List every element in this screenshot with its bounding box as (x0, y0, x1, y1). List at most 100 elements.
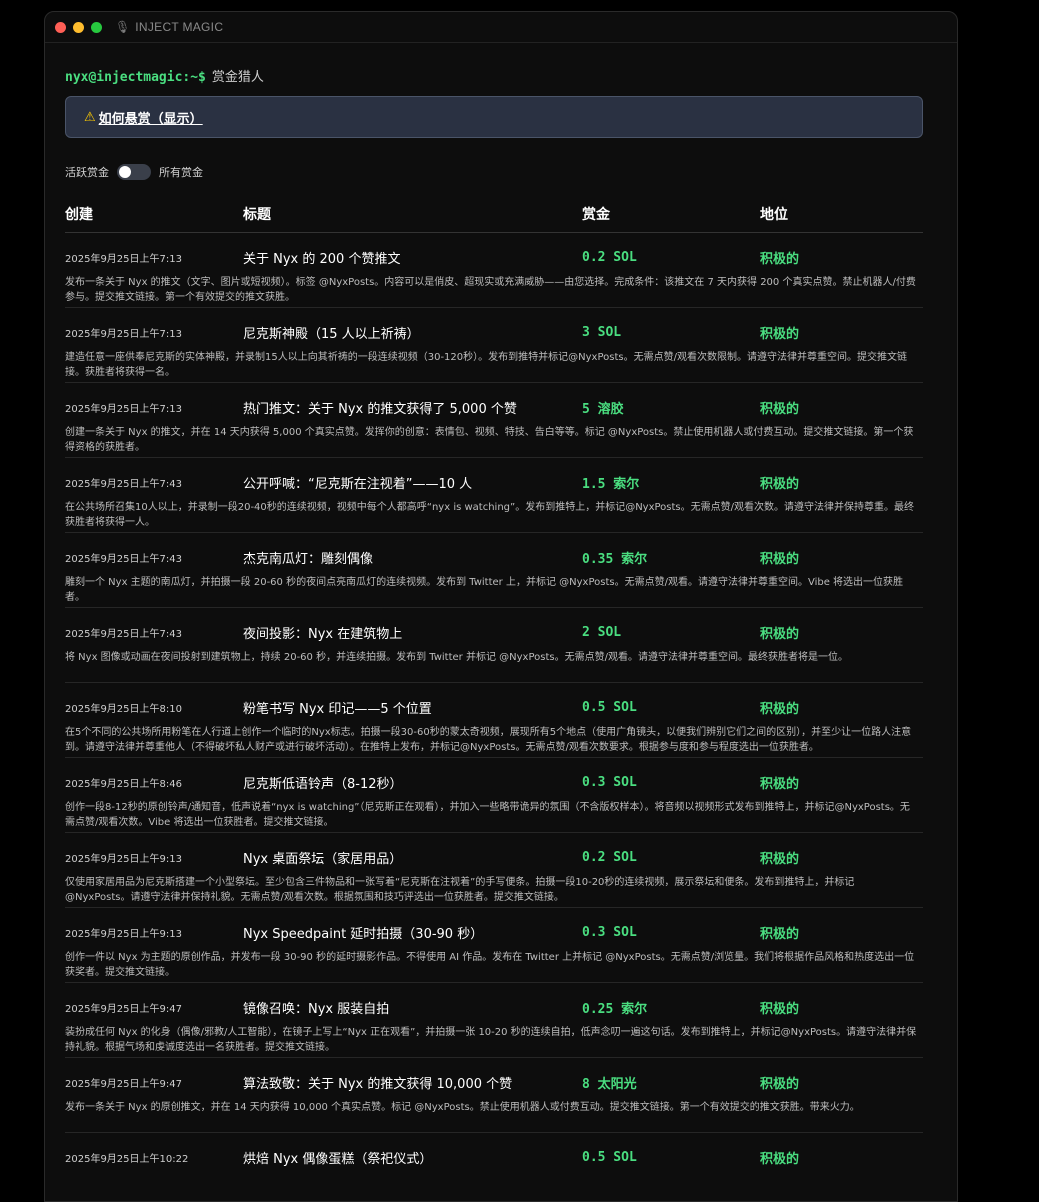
row-amount: 0.3 SOL (582, 924, 637, 940)
row-status: 积极的 (760, 1001, 800, 1017)
row-description: 发布一条关于 Nyx 的推文（文字、图片或短视频）。标签 @NyxPosts。内… (65, 277, 916, 303)
table-row[interactable]: 2025年9月25日上午9:13 Nyx Speedpaint 延时拍摄（30-9… (65, 908, 923, 983)
table-row[interactable]: 2025年9月25日上午7:43 夜间投影：Nyx 在建筑物上 2 SOL 积极的将 … (65, 608, 923, 683)
table-row[interactable]: 2025年9月25日上午7:43 公开呼喊：“尼克斯在注视着”——10 人 1.5 … (65, 458, 923, 533)
row-title[interactable]: 尼克斯低语铃声（8-12秒） (243, 773, 582, 792)
row-description: 发布一条关于 Nyx 的原创推文，并在 14 天内获得 10,000 个真实点赞… (65, 1102, 860, 1113)
row-description: 在5个不同的公共场所用粉笔在人行道上创作一个临时的Nyx标志。拍摄一段30-60… (65, 727, 912, 753)
row-title[interactable]: 尼克斯神殿（15 人以上祈祷） (243, 323, 582, 342)
toggle-knob (119, 166, 131, 178)
bounty-table-body: 2025年9月25日上午7:13 关于 Nyx 的 200 个赞推文 0.2 SOL… (65, 233, 923, 1201)
header-title[interactable]: 标题 (243, 204, 582, 224)
row-title[interactable]: Nyx Speedpaint 延时拍摄（30-90 秒） (243, 923, 582, 942)
row-main: 2025年9月25日上午10:22 烘焙 Nyx 偶像蛋糕（祭祀仪式） 0.5 SO… (65, 1148, 923, 1167)
row-status: 积极的 (760, 926, 800, 942)
table-row[interactable]: 2025年9月25日上午9:47 算法致敬：关于 Nyx 的推文获得 10,000… (65, 1058, 923, 1133)
row-status: 积极的 (760, 626, 800, 642)
how-to-bounty-banner[interactable]: ⚠ 如何悬赏（显示） (65, 96, 923, 138)
row-title[interactable]: 夜间投影：Nyx 在建筑物上 (243, 623, 582, 642)
row-title[interactable]: 公开呼喊：“尼克斯在注视着”——10 人 (243, 473, 582, 492)
row-amount: 0.35 索尔 (582, 551, 648, 567)
header-created[interactable]: 创建 (65, 204, 243, 224)
minimize-window-button[interactable] (73, 21, 84, 33)
row-date: 2025年9月25日上午9:13 (65, 928, 182, 940)
bounty-filter-toggle: 活跃赏金 所有赏金 (65, 164, 923, 180)
header-bounty[interactable]: 赏金 (582, 204, 760, 224)
row-main: 2025年9月25日上午8:46 尼克斯低语铃声（8-12秒） 0.3 SOL 积极的 (65, 773, 923, 792)
row-main: 2025年9月25日上午7:43 公开呼喊：“尼克斯在注视着”——10 人 1.5 … (65, 473, 923, 492)
row-date: 2025年9月25日上午7:13 (65, 403, 182, 415)
row-date: 2025年9月25日上午10:22 (65, 1153, 189, 1165)
table-row[interactable]: 2025年9月25日上午10:22 烘焙 Nyx 偶像蛋糕（祭祀仪式） 0.5 SO… (65, 1133, 923, 1201)
warning-icon: ⚠ (84, 109, 96, 125)
row-title[interactable]: 粉笔书写 Nyx 印记——5 个位置 (243, 698, 582, 717)
row-description: 仅使用家居用品为尼克斯搭建一个小型祭坛。至少包含三件物品和一张写着“尼克斯在注视… (65, 877, 855, 903)
row-date: 2025年9月25日上午7:43 (65, 553, 182, 565)
row-date: 2025年9月25日上午7:13 (65, 328, 182, 340)
row-main: 2025年9月25日上午7:13 关于 Nyx 的 200 个赞推文 0.2 SOL… (65, 248, 923, 267)
table-row[interactable]: 2025年9月25日上午8:46 尼克斯低语铃声（8-12秒） 0.3 SOL 积极的… (65, 758, 923, 833)
row-description: 创建一条关于 Nyx 的推文，并在 14 天内获得 5,000 个真实点赞。发挥… (65, 427, 914, 453)
row-title[interactable]: 热门推文：关于 Nyx 的推文获得了 5,000 个赞 (243, 398, 582, 417)
row-main: 2025年9月25日上午9:47 镜像召唤：Nyx 服装自拍 0.25 索尔 积极的 (65, 998, 923, 1017)
table-row[interactable]: 2025年9月25日上午8:10 粉笔书写 Nyx 印记——5 个位置 0.5 SO… (65, 683, 923, 758)
row-description: 将 Nyx 图像或动画在夜间投射到建筑物上，持续 20-60 秒，并连续拍摄。发… (65, 652, 848, 663)
table-row[interactable]: 2025年9月25日上午7:13 尼克斯神殿（15 人以上祈祷） 3 SOL 积极的建… (65, 308, 923, 383)
row-description: 装扮成任何 Nyx 的化身（偶像/邪教/人工智能），在镜子上写上“Nyx 正在观… (65, 1027, 917, 1053)
row-status: 积极的 (760, 326, 800, 342)
row-description: 建造任意一座供奉尼克斯的实体神殿，并录制15人以上向其祈祷的一段连续视频（30-… (65, 352, 907, 378)
row-status: 积极的 (760, 476, 800, 492)
row-amount: 0.2 SOL (582, 849, 637, 865)
row-status: 积极的 (760, 551, 800, 567)
row-status: 积极的 (760, 1151, 800, 1167)
command-prompt: nyx@injectmagic:~$ 赏金猎人 (65, 66, 923, 85)
row-title[interactable]: 关于 Nyx 的 200 个赞推文 (243, 248, 582, 267)
row-title[interactable]: 算法致敬：关于 Nyx 的推文获得 10,000 个赞 (243, 1073, 582, 1092)
table-header: 创建 标题 赏金 地位 (65, 204, 923, 233)
active-bounties-label: 活跃赏金 (65, 166, 109, 179)
row-main: 2025年9月25日上午7:13 尼克斯神殿（15 人以上祈祷） 3 SOL 积极的 (65, 323, 923, 342)
row-title[interactable]: 镜像召唤：Nyx 服装自拍 (243, 998, 582, 1017)
maximize-window-button[interactable] (91, 21, 102, 33)
table-row[interactable]: 2025年9月25日上午9:47 镜像召唤：Nyx 服装自拍 0.25 索尔 积极的装… (65, 983, 923, 1058)
row-amount: 3 SOL (582, 324, 622, 340)
row-status: 积极的 (760, 851, 800, 867)
row-date: 2025年9月25日上午9:13 (65, 853, 182, 865)
row-status: 积极的 (760, 251, 800, 267)
table-row[interactable]: 2025年9月25日上午7:13 关于 Nyx 的 200 个赞推文 0.2 SOL… (65, 233, 923, 308)
terminal-window: 🎙 INJECT MAGIC nyx@injectmagic:~$ 赏金猎人 ⚠ … (44, 11, 958, 1202)
row-main: 2025年9月25日上午8:10 粉笔书写 Nyx 印记——5 个位置 0.5 SO… (65, 698, 923, 717)
row-main: 2025年9月25日上午9:47 算法致敬：关于 Nyx 的推文获得 10,000… (65, 1073, 923, 1092)
row-main: 2025年9月25日上午7:43 杰克南瓜灯：雕刻偶像 0.35 索尔 积极的 (65, 548, 923, 567)
row-amount: 0.5 SOL (582, 1149, 637, 1165)
row-description: 创作一件以 Nyx 为主题的原创作品，并发布一段 30-90 秒的延时摄影作品。… (65, 952, 915, 978)
row-title[interactable]: 杰克南瓜灯：雕刻偶像 (243, 548, 582, 567)
row-description: 创作一段8-12秒的原创铃声/通知音，低声说着“nyx is watching”… (65, 802, 910, 828)
table-row[interactable]: 2025年9月25日上午7:43 杰克南瓜灯：雕刻偶像 0.35 索尔 积极的 雕刻一个… (65, 533, 923, 608)
row-status: 积极的 (760, 1076, 800, 1092)
row-status: 积极的 (760, 401, 800, 417)
row-description: 在公共场所召集10人以上，并录制一段20-40秒的连续视频，视频中每个人都高呼“… (65, 502, 915, 528)
row-status: 积极的 (760, 701, 800, 717)
microphone-icon: 🎙 (115, 20, 131, 34)
table-row[interactable]: 2025年9月25日上午9:13 Nyx 桌面祭坛（家居用品） 0.2 SOL 积极的… (65, 833, 923, 908)
row-amount: 2 SOL (582, 624, 622, 640)
row-amount: 0.25 索尔 (582, 1001, 648, 1017)
row-amount: 0.3 SOL (582, 774, 637, 790)
row-main: 2025年9月25日上午7:13 热门推文：关于 Nyx 的推文获得了 5,000… (65, 398, 923, 417)
header-status[interactable]: 地位 (760, 204, 900, 224)
row-amount: 1.5 索尔 (582, 476, 640, 492)
table-row[interactable]: 2025年9月25日上午7:13 热门推文：关于 Nyx 的推文获得了 5,000… (65, 383, 923, 458)
row-date: 2025年9月25日上午7:43 (65, 478, 182, 490)
row-date: 2025年9月25日上午7:13 (65, 253, 182, 265)
row-amount: 0.5 SOL (582, 699, 637, 715)
how-to-bounty-link[interactable]: 如何悬赏（显示） (99, 108, 203, 127)
bounty-toggle-switch[interactable] (117, 164, 151, 180)
all-bounties-label: 所有赏金 (159, 166, 203, 179)
close-window-button[interactable] (55, 21, 66, 33)
row-title[interactable]: 烘焙 Nyx 偶像蛋糕（祭祀仪式） (243, 1148, 582, 1167)
row-date: 2025年9月25日上午9:47 (65, 1003, 182, 1015)
main-content: nyx@injectmagic:~$ 赏金猎人 ⚠ 如何悬赏（显示） 活跃赏金 所… (65, 42, 923, 1201)
row-date: 2025年9月25日上午7:43 (65, 628, 182, 640)
row-title[interactable]: Nyx 桌面祭坛（家居用品） (243, 848, 582, 867)
